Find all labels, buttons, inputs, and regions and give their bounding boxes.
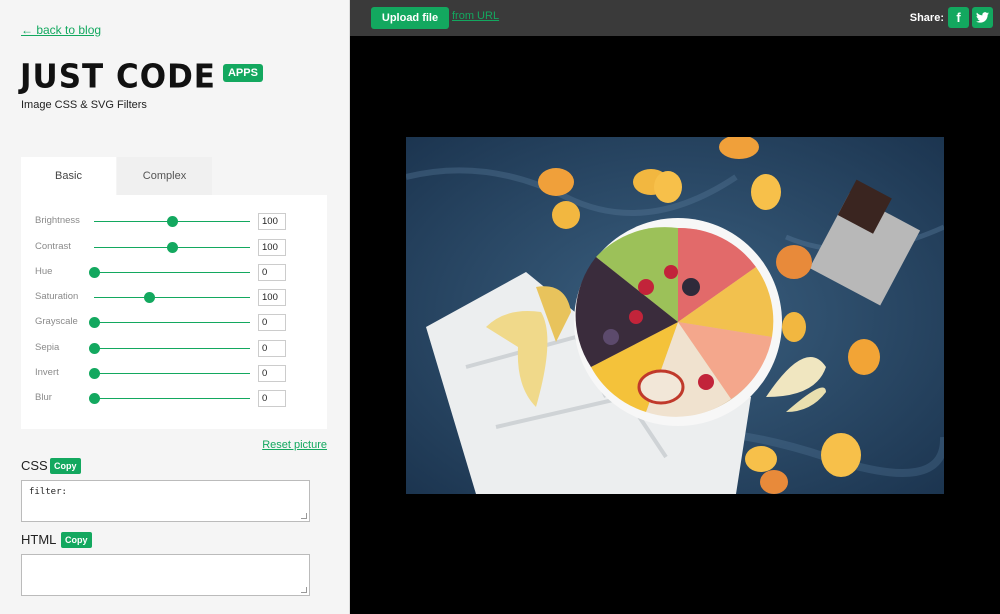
grayscale-input[interactable]: 0	[258, 314, 286, 331]
filter-label: Brightness	[35, 215, 80, 226]
preview-image	[406, 137, 944, 494]
fruit-bowl-photo	[406, 137, 944, 494]
filter-label: Saturation	[35, 291, 79, 302]
tab-basic[interactable]: Basic	[21, 157, 116, 195]
blur-input[interactable]: 0	[258, 390, 286, 407]
apps-badge: APPS	[222, 64, 263, 82]
filter-label: Blur	[35, 392, 52, 403]
filter-row-brightness: Brightness 100	[21, 213, 327, 231]
twitter-icon	[976, 12, 989, 23]
editor-panel: ← back to blog JUST CODE APPS Image CSS …	[0, 0, 350, 614]
slider-thumb[interactable]	[89, 267, 100, 278]
share-label: Share:	[909, 12, 944, 24]
hue-input[interactable]: 0	[258, 264, 286, 281]
from-url-link[interactable]: from URL	[452, 10, 499, 22]
blur-slider[interactable]	[89, 393, 250, 404]
filter-tabs: Basic Complex	[21, 157, 327, 195]
brightness-slider[interactable]	[94, 216, 250, 227]
sepia-slider[interactable]	[89, 343, 250, 354]
brand-logo[interactable]: JUST CODE APPS	[20, 58, 263, 96]
slider-thumb[interactable]	[89, 393, 100, 404]
twitter-share-button[interactable]	[972, 7, 993, 28]
slider-thumb[interactable]	[143, 292, 155, 303]
sepia-input[interactable]: 0	[258, 340, 286, 357]
css-output-text: filter:	[29, 487, 67, 497]
resize-grip-icon[interactable]	[301, 513, 307, 519]
brightness-input[interactable]: 100	[258, 213, 286, 230]
invert-input[interactable]: 0	[258, 365, 286, 382]
filter-label: Sepia	[35, 342, 60, 353]
filter-label: Invert	[35, 367, 59, 378]
slider-thumb[interactable]	[89, 317, 100, 328]
reset-picture-link[interactable]: Reset picture	[262, 439, 327, 451]
tab-complex[interactable]: Complex	[117, 157, 212, 195]
top-toolbar: Upload file from URL Share: f	[350, 0, 1000, 36]
invert-slider[interactable]	[89, 368, 250, 379]
brand-name: JUST CODE	[20, 58, 216, 96]
slider-thumb[interactable]	[167, 216, 178, 227]
slider-thumb[interactable]	[89, 343, 100, 354]
hue-slider[interactable]	[89, 267, 250, 278]
html-output-textarea[interactable]	[21, 554, 310, 596]
filter-label: Grayscale	[35, 316, 78, 327]
contrast-input[interactable]: 100	[258, 239, 286, 256]
slider-thumb[interactable]	[167, 242, 178, 253]
filter-row-blur: Blur 0	[21, 390, 327, 408]
copy-css-button[interactable]: Copy	[50, 458, 81, 474]
upload-file-button[interactable]: Upload file	[371, 7, 449, 29]
grayscale-slider[interactable]	[89, 317, 250, 328]
css-section-label: CSS	[21, 458, 48, 473]
filter-row-contrast: Contrast 100	[21, 239, 327, 257]
filter-row-hue: Hue 0	[21, 264, 327, 282]
facebook-share-button[interactable]: f	[948, 7, 969, 28]
facebook-icon: f	[956, 10, 961, 25]
slider-thumb[interactable]	[89, 368, 100, 379]
filter-row-invert: Invert 0	[21, 365, 327, 383]
resize-grip-icon[interactable]	[301, 587, 307, 593]
filter-row-saturation: Saturation 100	[21, 289, 327, 307]
saturation-slider[interactable]	[94, 292, 250, 303]
basic-filters-panel: Brightness 100 Contrast 100 Hue 0 Satura…	[21, 195, 327, 429]
page-subtitle: Image CSS & SVG Filters	[21, 99, 147, 111]
filter-label: Hue	[35, 266, 53, 277]
css-output-textarea[interactable]: filter:	[21, 480, 310, 522]
contrast-slider[interactable]	[94, 242, 250, 253]
saturation-input[interactable]: 100	[258, 289, 286, 306]
html-section-label: HTML	[21, 532, 57, 547]
filter-label: Contrast	[35, 241, 71, 252]
copy-html-button[interactable]: Copy	[61, 532, 92, 548]
filter-row-grayscale: Grayscale 0	[21, 314, 327, 332]
filter-row-sepia: Sepia 0	[21, 340, 327, 358]
back-to-blog-link[interactable]: ← back to blog	[21, 23, 101, 37]
